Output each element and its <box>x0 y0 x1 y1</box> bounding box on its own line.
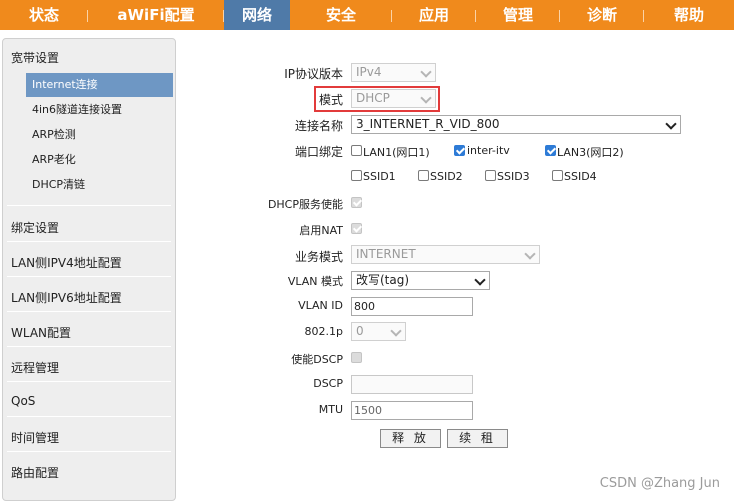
mtu-label: MTU <box>318 403 343 416</box>
port-lan3-label: LAN3(网口2) <box>557 146 624 159</box>
renew-button[interactable]: 续 租 <box>447 429 508 448</box>
chevron-down-icon <box>420 66 432 78</box>
tab-security-label: 安全 <box>325 6 356 24</box>
watermark-text: CSDN @Zhang Jun <box>599 476 720 491</box>
tab-awifi-label: aWiFi配置 <box>117 6 195 24</box>
sidebar-divider <box>7 451 171 452</box>
sidebar-section-lan-ipv6[interactable]: LAN侧IPV6地址配置 <box>11 289 122 306</box>
tab-diagnosis-label: 诊断 <box>586 6 617 24</box>
release-button[interactable]: 释 放 <box>380 429 441 448</box>
sidebar-divider <box>7 276 171 277</box>
tab-network[interactable]: 网络 <box>224 0 290 30</box>
vlan-id-label: VLAN ID <box>298 299 343 312</box>
connection-name-value: 3_INTERNET_R_VID_800 <box>356 117 500 131</box>
sidebar-section-routing[interactable]: 路由配置 <box>11 464 59 481</box>
connection-name-label: 连接名称 <box>294 119 343 133</box>
tab-help-label: 帮助 <box>673 6 704 24</box>
chevron-down-icon <box>474 274 486 286</box>
tab-help[interactable]: 帮助 <box>644 0 734 30</box>
dot1p-label: 802.1p <box>304 325 343 338</box>
sidebar-item-arp-aging[interactable]: ARP老化 <box>26 148 173 172</box>
dscp-label: DSCP <box>313 377 343 390</box>
tab-awifi[interactable]: aWiFi配置 <box>88 0 224 30</box>
tab-security[interactable]: 安全 <box>290 0 392 30</box>
tab-network-label: 网络 <box>241 6 272 24</box>
port-ssid2-label: SSID2 <box>430 170 463 183</box>
sidebar-section-lan-ipv4[interactable]: LAN侧IPV4地址配置 <box>11 254 122 271</box>
port-ssid2-checkbox[interactable] <box>418 170 429 181</box>
port-lan1-label: LAN1(网口1) <box>363 146 430 159</box>
tab-application-label: 应用 <box>418 6 449 24</box>
mode-highlight-box <box>314 86 440 112</box>
port-ssid1-checkbox[interactable] <box>351 170 362 181</box>
sidebar-divider <box>7 381 171 382</box>
sidebar-item-internet-connection[interactable]: Internet连接 <box>26 73 173 97</box>
port-binding-label: 端口绑定 <box>294 145 343 159</box>
sidebar-section-qos[interactable]: QoS <box>11 394 35 408</box>
sidebar-item-arp-detect[interactable]: ARP检测 <box>26 123 173 147</box>
tab-application[interactable]: 应用 <box>392 0 476 30</box>
top-navigation: 状态 aWiFi配置 网络 安全 应用 管理 诊断 帮助 <box>0 0 734 30</box>
vlan-mode-label: VLAN 模式 <box>287 275 343 288</box>
tab-management-label: 管理 <box>502 6 533 24</box>
port-inter-itv-checkbox[interactable] <box>454 145 465 156</box>
dhcp-server-checkbox[interactable] <box>351 197 362 208</box>
dscp-enable-label: 使能DSCP <box>291 353 343 366</box>
sidebar-item-dhcp-clear[interactable]: DHCP清链 <box>26 173 173 197</box>
sidebar-section-broadband[interactable]: 宽带设置 <box>11 49 59 66</box>
sidebar-divider <box>7 346 171 347</box>
dhcp-server-label: DHCP服务使能 <box>267 198 343 211</box>
dot1p-value: 0 <box>356 324 364 338</box>
tab-diagnosis[interactable]: 诊断 <box>560 0 644 30</box>
tab-status-label: 状态 <box>28 6 59 24</box>
sidebar: 宽带设置 Internet连接 4in6隧道连接设置 ARP检测 ARP老化 D… <box>2 38 176 501</box>
sidebar-divider <box>7 205 171 206</box>
tab-management[interactable]: 管理 <box>476 0 560 30</box>
port-ssid1-label: SSID1 <box>363 170 396 183</box>
dot1p-select[interactable]: 0 <box>351 322 406 341</box>
sidebar-divider <box>7 311 171 312</box>
dscp-enable-checkbox[interactable] <box>351 352 362 363</box>
vlan-mode-select[interactable]: 改写(tag) <box>351 271 490 290</box>
sidebar-divider <box>7 416 171 417</box>
nat-label: 启用NAT <box>299 224 343 237</box>
nat-checkbox[interactable] <box>351 223 362 234</box>
mtu-input[interactable]: 1500 <box>351 401 473 420</box>
service-mode-select[interactable]: INTERNET <box>351 245 540 264</box>
port-ssid3-checkbox[interactable] <box>485 170 496 181</box>
chevron-down-icon <box>665 118 677 130</box>
tab-status[interactable]: 状态 <box>0 0 88 30</box>
connection-name-select[interactable]: 3_INTERNET_R_VID_800 <box>351 115 681 134</box>
chevron-down-icon <box>390 325 402 337</box>
sidebar-section-wlan[interactable]: WLAN配置 <box>11 324 71 341</box>
port-inter-itv-label: inter-itv <box>467 144 510 157</box>
dscp-input[interactable] <box>351 375 473 394</box>
service-mode-value: INTERNET <box>356 247 416 261</box>
sidebar-section-binding[interactable]: 绑定设置 <box>11 219 59 236</box>
sidebar-section-remote-management[interactable]: 远程管理 <box>11 359 59 376</box>
port-lan1-checkbox[interactable] <box>351 145 362 156</box>
ip-version-label: IP协议版本 <box>284 67 343 81</box>
port-ssid4-checkbox[interactable] <box>552 170 563 181</box>
port-ssid4-label: SSID4 <box>564 170 597 183</box>
chevron-down-icon <box>524 248 536 260</box>
sidebar-divider <box>7 241 171 242</box>
ip-version-value: IPv4 <box>356 65 382 79</box>
service-mode-label: 业务模式 <box>294 250 343 264</box>
vlan-id-input[interactable]: 800 <box>351 297 473 316</box>
sidebar-item-4in6-tunnel[interactable]: 4in6隧道连接设置 <box>26 98 173 122</box>
port-lan3-checkbox[interactable] <box>545 145 556 156</box>
port-ssid3-label: SSID3 <box>497 170 530 183</box>
ip-version-select[interactable]: IPv4 <box>351 63 436 82</box>
sidebar-section-time[interactable]: 时间管理 <box>11 429 59 446</box>
vlan-mode-value: 改写(tag) <box>356 273 410 287</box>
